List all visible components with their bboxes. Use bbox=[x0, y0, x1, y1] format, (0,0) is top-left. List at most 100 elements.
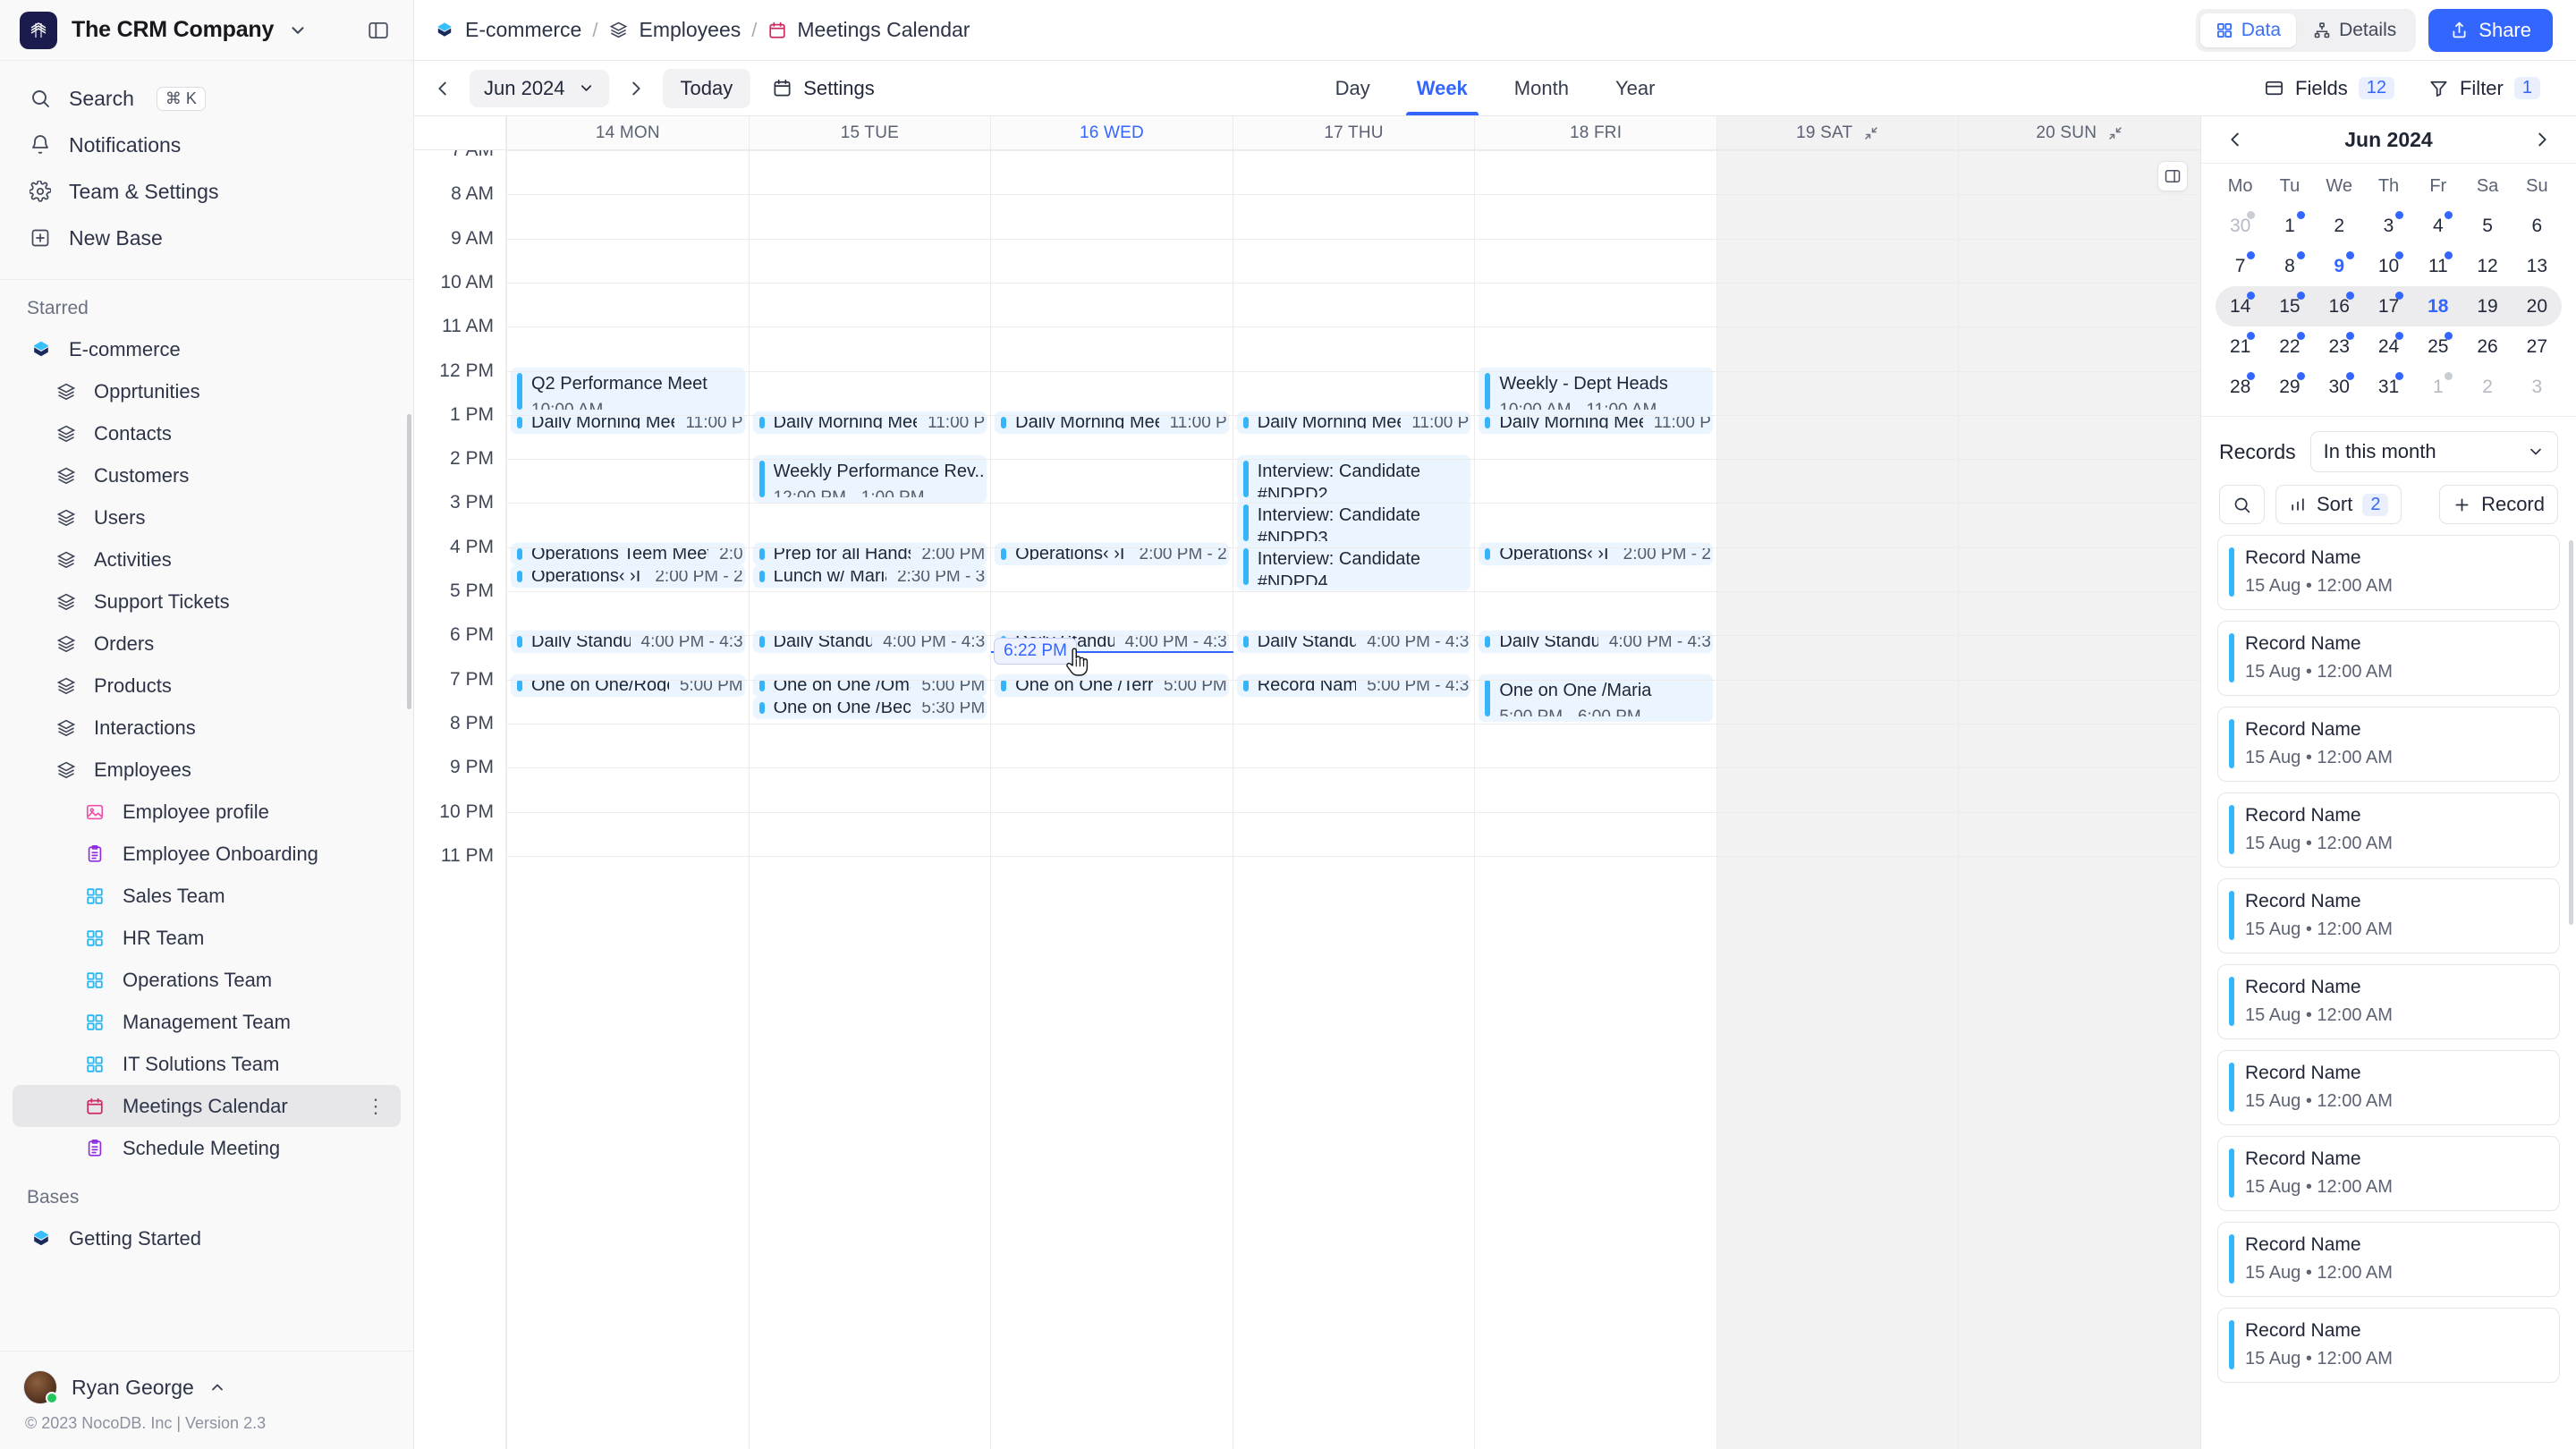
record-card[interactable]: Record Name15 Aug • 12:00 AM bbox=[2217, 964, 2560, 1039]
sidebar-view-sales-team[interactable]: Sales Team bbox=[13, 875, 401, 917]
mini-calendar-day[interactable]: 11 bbox=[2413, 246, 2462, 286]
mini-calendar-day[interactable]: 27 bbox=[2512, 326, 2562, 367]
record-card[interactable]: Record Name15 Aug • 12:00 AM bbox=[2217, 1308, 2560, 1383]
calendar-event[interactable]: Interview: Candidate #NDPD31:00 PM - 2:0… bbox=[1237, 499, 1471, 547]
calendar-event[interactable]: Record Name5:00 PM - 4:3 bbox=[1237, 674, 1471, 697]
add-record-button[interactable]: Record bbox=[2439, 485, 2558, 524]
calendar-event[interactable]: Q2 Performance Meet10:00 AM bbox=[511, 368, 745, 415]
calendar-event[interactable]: Daily Standup4:00 PM - 4:3 bbox=[753, 631, 987, 653]
mini-calendar-day[interactable]: 1 bbox=[2265, 206, 2314, 246]
sidebar-view-schedule-meeting[interactable]: Schedule Meeting bbox=[13, 1127, 401, 1169]
calendar-event[interactable]: One on One /Omar5:00 PM bbox=[753, 674, 987, 697]
mini-calendar-day[interactable]: 31 bbox=[2364, 367, 2413, 407]
day-column-sun[interactable] bbox=[1958, 150, 2200, 1449]
mini-calendar-day[interactable]: 30 bbox=[2216, 206, 2265, 246]
mini-calendar-week-row[interactable]: 78910111213 bbox=[2216, 246, 2562, 286]
prev-period-button[interactable] bbox=[425, 71, 461, 106]
mini-prev-month-button[interactable] bbox=[2221, 125, 2250, 154]
mini-calendar[interactable]: Mo Tu We Th Fr Sa Su 3012345678910111213… bbox=[2201, 163, 2576, 416]
mini-calendar-day[interactable]: 9 bbox=[2315, 246, 2364, 286]
chevron-down-icon[interactable] bbox=[288, 21, 308, 40]
tab-details[interactable]: Details bbox=[2298, 13, 2411, 47]
mini-calendar-day[interactable]: 19 bbox=[2462, 286, 2512, 326]
expand-records-panel-button[interactable] bbox=[2157, 161, 2188, 191]
breadcrumb-view[interactable]: Meetings Calendar bbox=[767, 18, 970, 42]
fields-button[interactable]: Fields 12 bbox=[2251, 70, 2407, 107]
sidebar-item-notifications[interactable]: Notifications bbox=[13, 122, 401, 168]
user-menu[interactable]: Ryan George bbox=[23, 1364, 390, 1411]
sidebar-item-team-settings[interactable]: Team & Settings bbox=[13, 168, 401, 215]
sidebar-table-employees[interactable]: Employees bbox=[13, 749, 401, 791]
mini-calendar-day[interactable]: 21 bbox=[2216, 326, 2265, 367]
records-sort-button[interactable]: Sort 2 bbox=[2275, 485, 2402, 524]
mini-calendar-day[interactable]: 8 bbox=[2265, 246, 2314, 286]
records-search-button[interactable] bbox=[2219, 485, 2265, 524]
mini-calendar-day[interactable]: 26 bbox=[2462, 326, 2512, 367]
mini-calendar-day[interactable]: 25 bbox=[2413, 326, 2462, 367]
sidebar-view-it-solutions-team[interactable]: IT Solutions Team bbox=[13, 1043, 401, 1085]
mini-calendar-day[interactable]: 16 bbox=[2315, 286, 2364, 326]
calendar-event[interactable]: Daily Standup4:00 PM - 4:3 bbox=[1479, 631, 1713, 653]
mini-calendar-day[interactable]: 3 bbox=[2364, 206, 2413, 246]
sidebar-base-getting-started[interactable]: Getting Started bbox=[13, 1217, 401, 1259]
sidebar-table-support-tickets[interactable]: Support Tickets bbox=[13, 580, 401, 623]
share-button[interactable]: Share bbox=[2428, 9, 2553, 52]
calendar-body[interactable]: 7 AM8 AM9 AM10 AM11 AM12 PM1 PM2 PM3 PM4… bbox=[414, 150, 2200, 1449]
tab-data[interactable]: Data bbox=[2200, 13, 2296, 47]
sidebar-table-activities[interactable]: Activities bbox=[13, 538, 401, 580]
range-tab-week[interactable]: Week bbox=[1394, 61, 1491, 115]
mini-calendar-day[interactable]: 24 bbox=[2364, 326, 2413, 367]
mini-calendar-week-row[interactable]: 28293031123 bbox=[2216, 367, 2562, 407]
sidebar-item-search[interactable]: Search ⌘ K bbox=[13, 75, 401, 122]
sidebar-scrollbar[interactable] bbox=[407, 414, 411, 709]
mini-calendar-day[interactable]: 12 bbox=[2462, 246, 2512, 286]
record-card[interactable]: Record Name15 Aug • 12:00 AM bbox=[2217, 1050, 2560, 1125]
record-card[interactable]: Record Name15 Aug • 12:00 AM bbox=[2217, 1136, 2560, 1211]
record-card[interactable]: Record Name15 Aug • 12:00 AM bbox=[2217, 1222, 2560, 1297]
mini-calendar-week-row[interactable]: 21222324252627 bbox=[2216, 326, 2562, 367]
sidebar-base-ecommerce[interactable]: E-commerce bbox=[13, 328, 401, 370]
mini-calendar-day[interactable]: 4 bbox=[2413, 206, 2462, 246]
sidebar-view-meetings-calendar[interactable]: Meetings Calendar ⋮ bbox=[13, 1085, 401, 1127]
sidebar-view-employee-onboarding[interactable]: Employee Onboarding bbox=[13, 833, 401, 875]
day-column-thu[interactable]: Daily Morning Meet11:00 PInterview: Cand… bbox=[1233, 150, 1475, 1449]
range-tab-month[interactable]: Month bbox=[1491, 61, 1592, 115]
calendar-event[interactable]: Interview: Candidate #NDPD42:00 PM - 3:0… bbox=[1237, 543, 1471, 590]
month-selector[interactable]: Jun 2024 bbox=[470, 70, 609, 107]
mini-calendar-day[interactable]: 28 bbox=[2216, 367, 2265, 407]
day-header-tue[interactable]: 15 TUE bbox=[749, 116, 991, 149]
calendar-grid[interactable]: Q2 Performance Meet10:00 AMDaily Morning… bbox=[506, 150, 2200, 1449]
mini-calendar-day[interactable]: 2 bbox=[2315, 206, 2364, 246]
day-column-sat[interactable] bbox=[1716, 150, 1959, 1449]
day-column-tue[interactable]: Daily Morning Meet11:00 PWeekly Performa… bbox=[749, 150, 991, 1449]
sidebar-item-new-base[interactable]: New Base bbox=[13, 215, 401, 261]
records-range-select[interactable]: In this month bbox=[2310, 431, 2558, 472]
calendar-event[interactable]: Daily Standup4:00 PM - 4:3 bbox=[1237, 631, 1471, 653]
sidebar-table-users[interactable]: Users bbox=[13, 496, 401, 538]
mini-calendar-day[interactable]: 14 bbox=[2216, 286, 2265, 326]
sidebar-collapse-icon[interactable] bbox=[363, 15, 394, 46]
sidebar-view-hr-team[interactable]: HR Team bbox=[13, 917, 401, 959]
calendar-event[interactable]: One on One /Maria5:00 PM - 6:00 PM bbox=[1479, 674, 1713, 722]
mini-calendar-day[interactable]: 22 bbox=[2265, 326, 2314, 367]
view-context-menu-icon[interactable]: ⋮ bbox=[366, 1095, 386, 1118]
records-list[interactable]: Record Name15 Aug • 12:00 AM Record Name1… bbox=[2201, 535, 2576, 1449]
range-tab-year[interactable]: Year bbox=[1592, 61, 1678, 115]
breadcrumb-base[interactable]: E-commerce bbox=[434, 18, 581, 42]
calendar-event[interactable]: One on One/Roger5:00 PM bbox=[511, 674, 745, 697]
sidebar-tree-scroll[interactable]: Starred E-commerce Opprtunities Contacts bbox=[0, 280, 413, 1351]
day-column-wed[interactable]: Daily Morning Meet11:00 POperations‹ ›IT… bbox=[990, 150, 1233, 1449]
mini-calendar-day[interactable]: 10 bbox=[2364, 246, 2413, 286]
chevron-up-icon[interactable] bbox=[208, 1378, 226, 1396]
mini-calendar-day[interactable]: 30 bbox=[2315, 367, 2364, 407]
mini-calendar-day[interactable]: 7 bbox=[2216, 246, 2265, 286]
mini-calendar-day[interactable]: 3 bbox=[2512, 367, 2562, 407]
sidebar-view-management-team[interactable]: Management Team bbox=[13, 1001, 401, 1043]
sidebar-table-products[interactable]: Products bbox=[13, 665, 401, 707]
sidebar-table-customers[interactable]: Customers bbox=[13, 454, 401, 496]
sidebar-view-employee-profile[interactable]: Employee profile bbox=[13, 791, 401, 833]
records-scrollbar[interactable] bbox=[2569, 540, 2573, 925]
calendar-event[interactable]: One on One /Becky5:30 PM bbox=[753, 697, 987, 719]
range-tab-day[interactable]: Day bbox=[1312, 61, 1394, 115]
day-header-fri[interactable]: 18 FRI bbox=[1474, 116, 1716, 149]
